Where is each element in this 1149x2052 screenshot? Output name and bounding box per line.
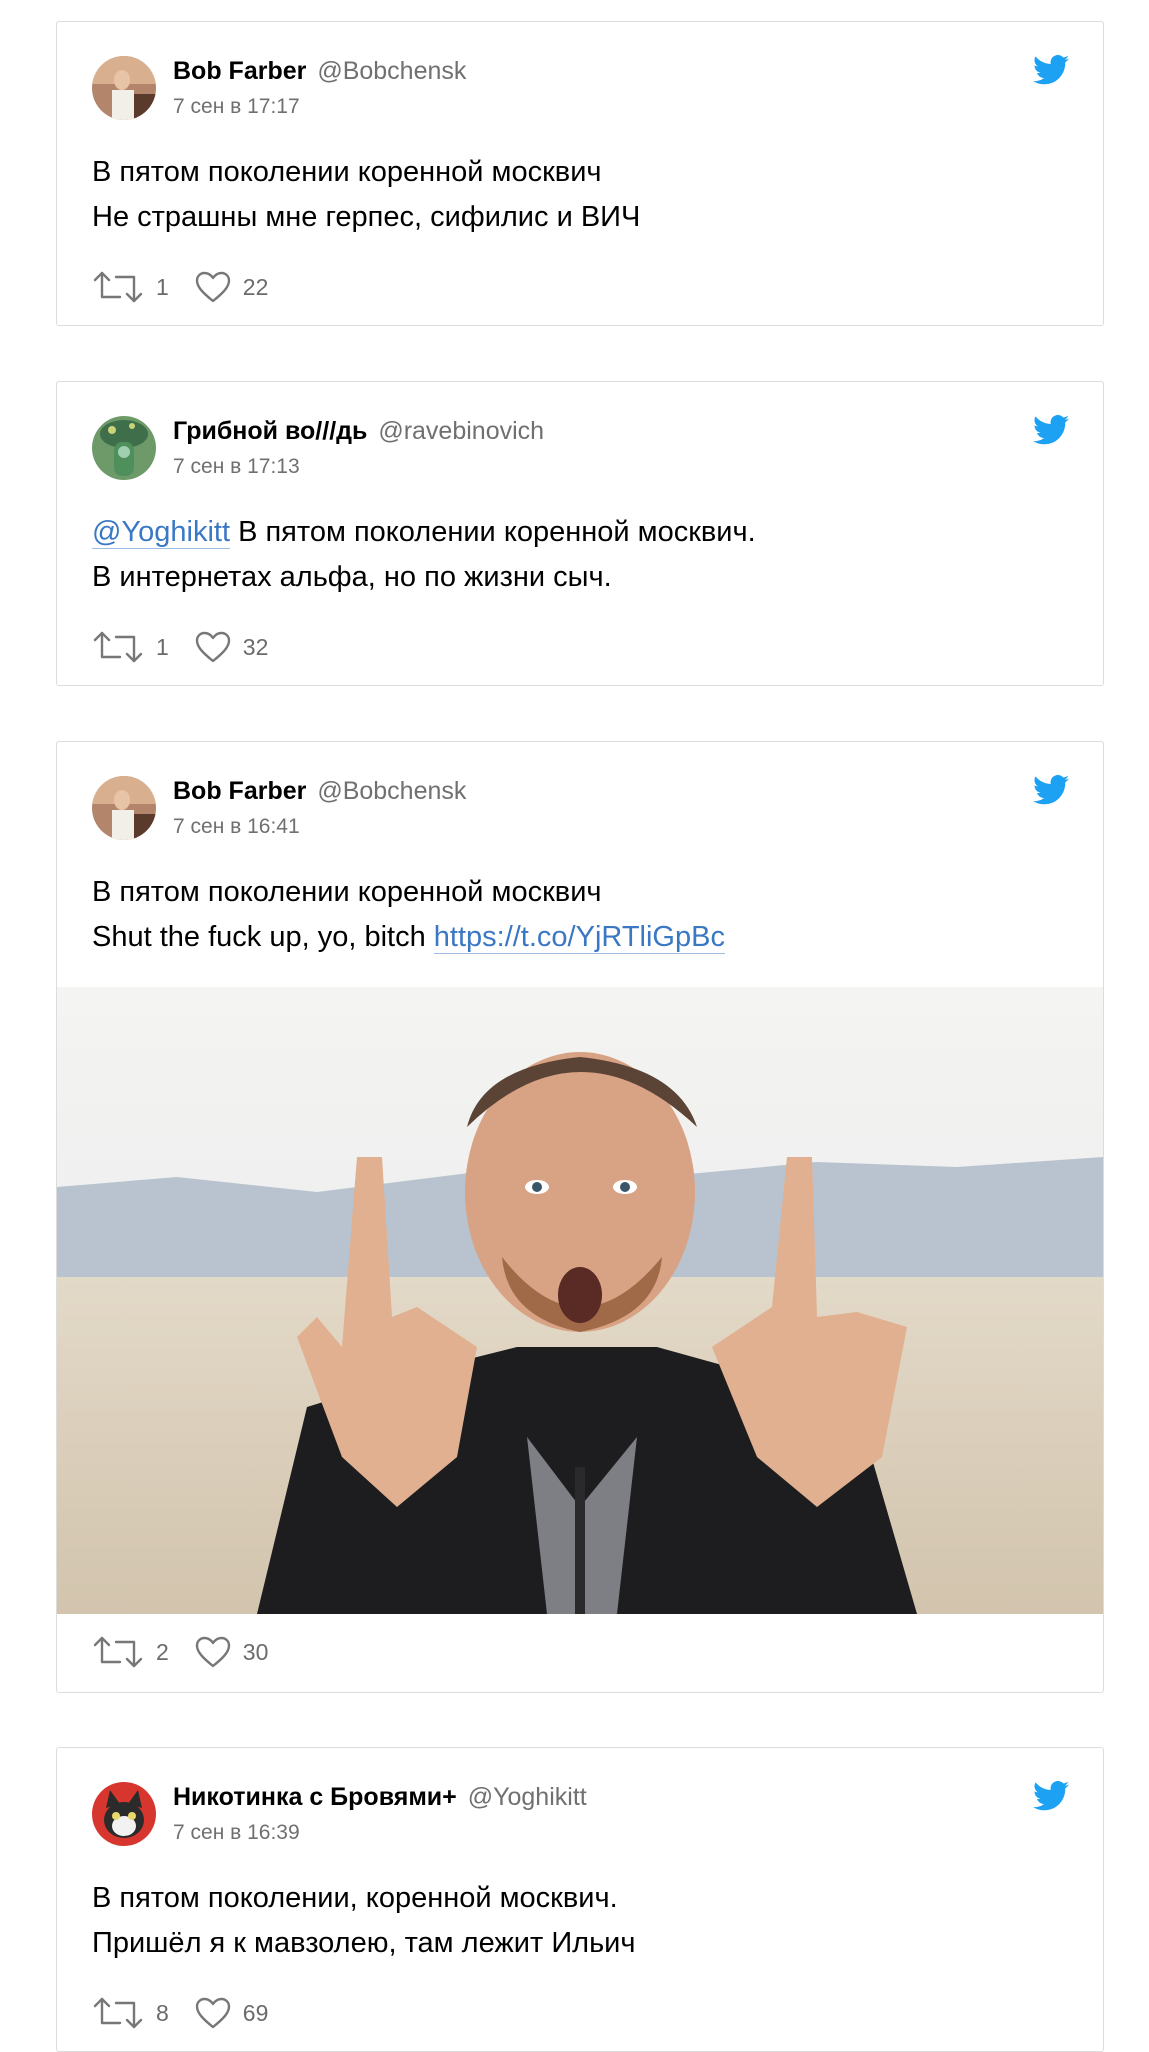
retweet-icon[interactable] — [92, 630, 144, 664]
avatar[interactable] — [92, 1782, 156, 1846]
tweet-date[interactable]: 7 сен в 16:39 — [173, 1820, 300, 1846]
tweet-line-text: Shut the fuck up, yo, bitch — [92, 921, 434, 953]
tweet-photo[interactable] — [57, 987, 1103, 1614]
like-count: 69 — [242, 1999, 269, 2026]
heart-icon[interactable] — [195, 1997, 231, 2029]
tweet-card: Bob Farber @Bobchensk 7 сен в 16:41 В пя… — [56, 741, 1104, 1693]
like-count: 30 — [242, 1638, 269, 1665]
author-handle[interactable]: @Bobchensk — [317, 57, 466, 85]
tweet-date[interactable]: 7 сен в 16:41 — [173, 814, 300, 840]
heart-icon[interactable] — [195, 631, 231, 663]
like-count: 22 — [242, 273, 269, 300]
tweet-line: Пришёл я к мавзолею, там лежит Ильич — [92, 1927, 636, 1959]
author-handle[interactable]: @ravebinovich — [378, 417, 544, 445]
tweet-actions: 8 69 — [92, 1995, 294, 2031]
author-name[interactable]: Никотинка с Бровями+ — [173, 1783, 457, 1811]
author-handle[interactable]: @Bobchensk — [317, 777, 466, 805]
twitter-bird-icon[interactable] — [1033, 1781, 1069, 1811]
retweet-icon[interactable] — [92, 1635, 144, 1669]
avatar[interactable] — [92, 56, 156, 120]
tweet-actions: 1 32 — [92, 629, 294, 665]
heart-icon[interactable] — [195, 1636, 231, 1668]
tweet-card: Bob Farber @Bobchensk 7 сен в 17:17 В пя… — [56, 21, 1104, 326]
author-name[interactable]: Грибной во///дь — [173, 417, 367, 445]
tweet-line: В пятом поколении коренной москвич — [92, 156, 602, 188]
tweet-card: Никотинка с Бровями+ @Yoghikitt 7 сен в … — [56, 1747, 1104, 2052]
tweet-line: Shut the fuck up, yo, bitch https://t.co… — [92, 915, 725, 960]
author-name[interactable]: Bob Farber — [173, 777, 306, 805]
author-handle[interactable]: @Yoghikitt — [468, 1783, 587, 1811]
tweet-actions: 1 22 — [92, 269, 294, 305]
tweet-line: @Yoghikitt В пятом поколении коренной мо… — [92, 510, 756, 555]
twitter-bird-icon[interactable] — [1033, 775, 1069, 805]
tweet-line: В пятом поколении, коренной москвич. — [92, 1882, 618, 1914]
tweet-card: Грибной во///дь @ravebinovich 7 сен в 17… — [56, 381, 1104, 686]
retweet-count: 2 — [156, 1638, 169, 1665]
retweet-count: 1 — [156, 633, 169, 660]
author-line: Bob Farber @Bobchensk — [173, 56, 466, 86]
retweet-icon[interactable] — [92, 270, 144, 304]
tweet-text: В пятом поколении коренной москвич Shut … — [92, 870, 725, 960]
twitter-bird-icon[interactable] — [1033, 55, 1069, 85]
author-line: Грибной во///дь @ravebinovich — [173, 416, 544, 446]
tweet-actions: 2 30 — [92, 1634, 294, 1670]
tweet-link[interactable]: https://t.co/YjRTliGpBc — [433, 921, 725, 954]
author-line: Bob Farber @Bobchensk — [173, 776, 466, 806]
tweet-line: Не страшны мне герпес, сифилис и ВИЧ — [92, 201, 641, 233]
twitter-bird-icon[interactable] — [1033, 415, 1069, 445]
avatar[interactable] — [92, 416, 156, 480]
tweet-text: В пятом поколении, коренной москвич. При… — [92, 1876, 636, 1966]
tweet-date[interactable]: 7 сен в 17:17 — [173, 94, 300, 120]
author-name[interactable]: Bob Farber — [173, 57, 306, 85]
retweet-count: 1 — [156, 273, 169, 300]
tweet-line: В интернетах альфа, но по жизни сыч. — [92, 561, 612, 593]
tweet-text: @Yoghikitt В пятом поколении коренной мо… — [92, 510, 756, 600]
tweet-line-text: В пятом поколении коренной москвич. — [230, 516, 756, 548]
retweet-icon[interactable] — [92, 1996, 144, 2030]
retweet-count: 8 — [156, 1999, 169, 2026]
tweet-line: В пятом поколении коренной москвич — [92, 876, 602, 908]
avatar[interactable] — [92, 776, 156, 840]
mention-link[interactable]: @Yoghikitt — [92, 516, 231, 549]
heart-icon[interactable] — [195, 271, 231, 303]
author-line: Никотинка с Бровями+ @Yoghikitt — [173, 1782, 587, 1812]
tweet-text: В пятом поколении коренной москвич Не ст… — [92, 150, 640, 240]
like-count: 32 — [242, 633, 269, 660]
tweet-date[interactable]: 7 сен в 17:13 — [173, 454, 300, 480]
